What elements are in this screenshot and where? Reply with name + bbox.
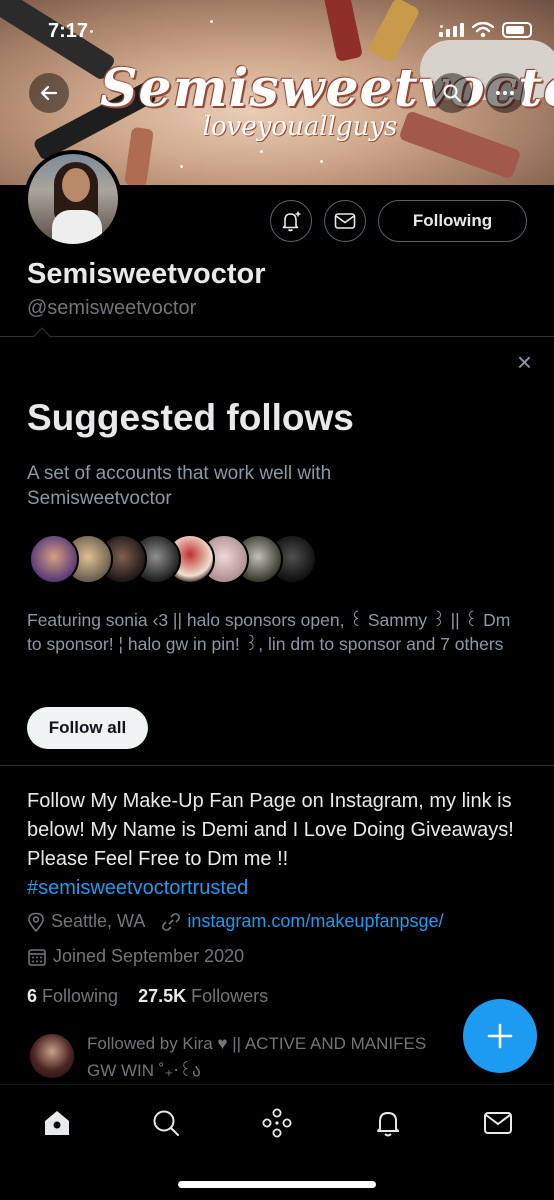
location-pin-icon (28, 912, 44, 932)
nav-messages[interactable] (480, 1105, 516, 1141)
sparkle (210, 20, 213, 23)
mail-icon (484, 1112, 512, 1134)
link-icon (162, 912, 181, 931)
notifications-button[interactable] (270, 200, 312, 242)
nav-home[interactable] (39, 1105, 75, 1141)
bell-plus-icon (282, 211, 301, 232)
profile-bio: Follow My Make-Up Fan Page on Instagram,… (27, 787, 517, 903)
search-icon (443, 84, 461, 102)
suggested-featuring: Featuring sonia ‹3 || halo sponsors open… (27, 610, 511, 654)
followers-count: 27.5K (138, 986, 187, 1006)
back-button[interactable] (29, 73, 69, 113)
followers-label: Followers (191, 986, 269, 1006)
home-icon (45, 1111, 69, 1135)
nav-spaces[interactable] (259, 1105, 295, 1141)
sparkle (260, 150, 263, 153)
sparkle (90, 30, 93, 33)
joined-row: Joined September 2020 (27, 946, 244, 967)
suggested-title: Suggested follows (27, 397, 354, 438)
profile-avatar[interactable] (24, 150, 122, 248)
spaces-icon (262, 1108, 292, 1138)
status-icons (439, 22, 532, 38)
card-pointer (33, 327, 51, 345)
bio-hashtag[interactable]: #semisweetvoctortrusted (27, 877, 248, 899)
banner-subtitle: loveyouallguys (202, 112, 398, 142)
compose-button[interactable] (463, 999, 537, 1073)
sparkle (180, 165, 183, 168)
suggested-description: A set of accounts that work well with Se… (27, 463, 332, 509)
message-button[interactable] (324, 200, 366, 242)
bell-icon (377, 1112, 399, 1137)
more-button[interactable] (485, 73, 525, 113)
sparkle (320, 160, 323, 163)
banner-lipstick (323, 0, 363, 62)
followed-by-line2: GW WIN ˚₊‧꒰ა (87, 1061, 201, 1080)
calendar-icon (28, 948, 46, 966)
following-count-link[interactable]: 6 Following (27, 986, 118, 1006)
nav-search[interactable] (148, 1105, 184, 1141)
following-button[interactable]: Following (378, 200, 527, 242)
joined-text: Joined September 2020 (53, 946, 245, 966)
suggested-follows-card: × Suggested follows A set of accounts th… (0, 327, 554, 766)
avatar (29, 534, 79, 584)
battery-icon (502, 22, 532, 38)
mail-icon (334, 213, 356, 229)
follow-all-button[interactable]: Follow all (27, 707, 148, 749)
plus-icon (487, 1023, 513, 1049)
display-name: Semisweetvoctor (27, 258, 266, 290)
status-time: 7:17 (48, 20, 89, 42)
signal-icon (439, 23, 464, 37)
handle: @semisweetvoctor (27, 297, 197, 319)
home-indicator (178, 1181, 376, 1188)
search-icon (153, 1110, 179, 1136)
followed-by-line1: Followed by Kira ♥ || ACTIVE AND MANIFES (87, 1034, 427, 1053)
following-label: Following (42, 986, 119, 1006)
location-text: Seattle, WA (51, 911, 146, 931)
profile-link[interactable]: instagram.com/makeupfanpsge/ (187, 911, 443, 932)
follow-counts: 6 Following 27.5K Followers (27, 986, 268, 1007)
following-count: 6 (27, 986, 38, 1006)
bio-text: Follow My Make-Up Fan Page on Instagram,… (27, 790, 514, 870)
banner-lipstick (367, 0, 421, 64)
nav-notifications[interactable] (370, 1105, 406, 1141)
search-button[interactable] (432, 73, 472, 113)
location-row: Seattle, WA instagram.com/makeupfanpsge/ (27, 911, 444, 932)
followed-by-text: Followed by Kira ♥ || ACTIVE AND MANIFES… (87, 1030, 487, 1084)
wifi-icon (472, 22, 494, 38)
arrow-left-icon (40, 85, 58, 101)
more-icon (496, 91, 514, 95)
close-icon[interactable]: × (517, 347, 532, 378)
followers-count-link[interactable]: 27.5K Followers (138, 986, 268, 1006)
avatar (30, 1034, 74, 1078)
